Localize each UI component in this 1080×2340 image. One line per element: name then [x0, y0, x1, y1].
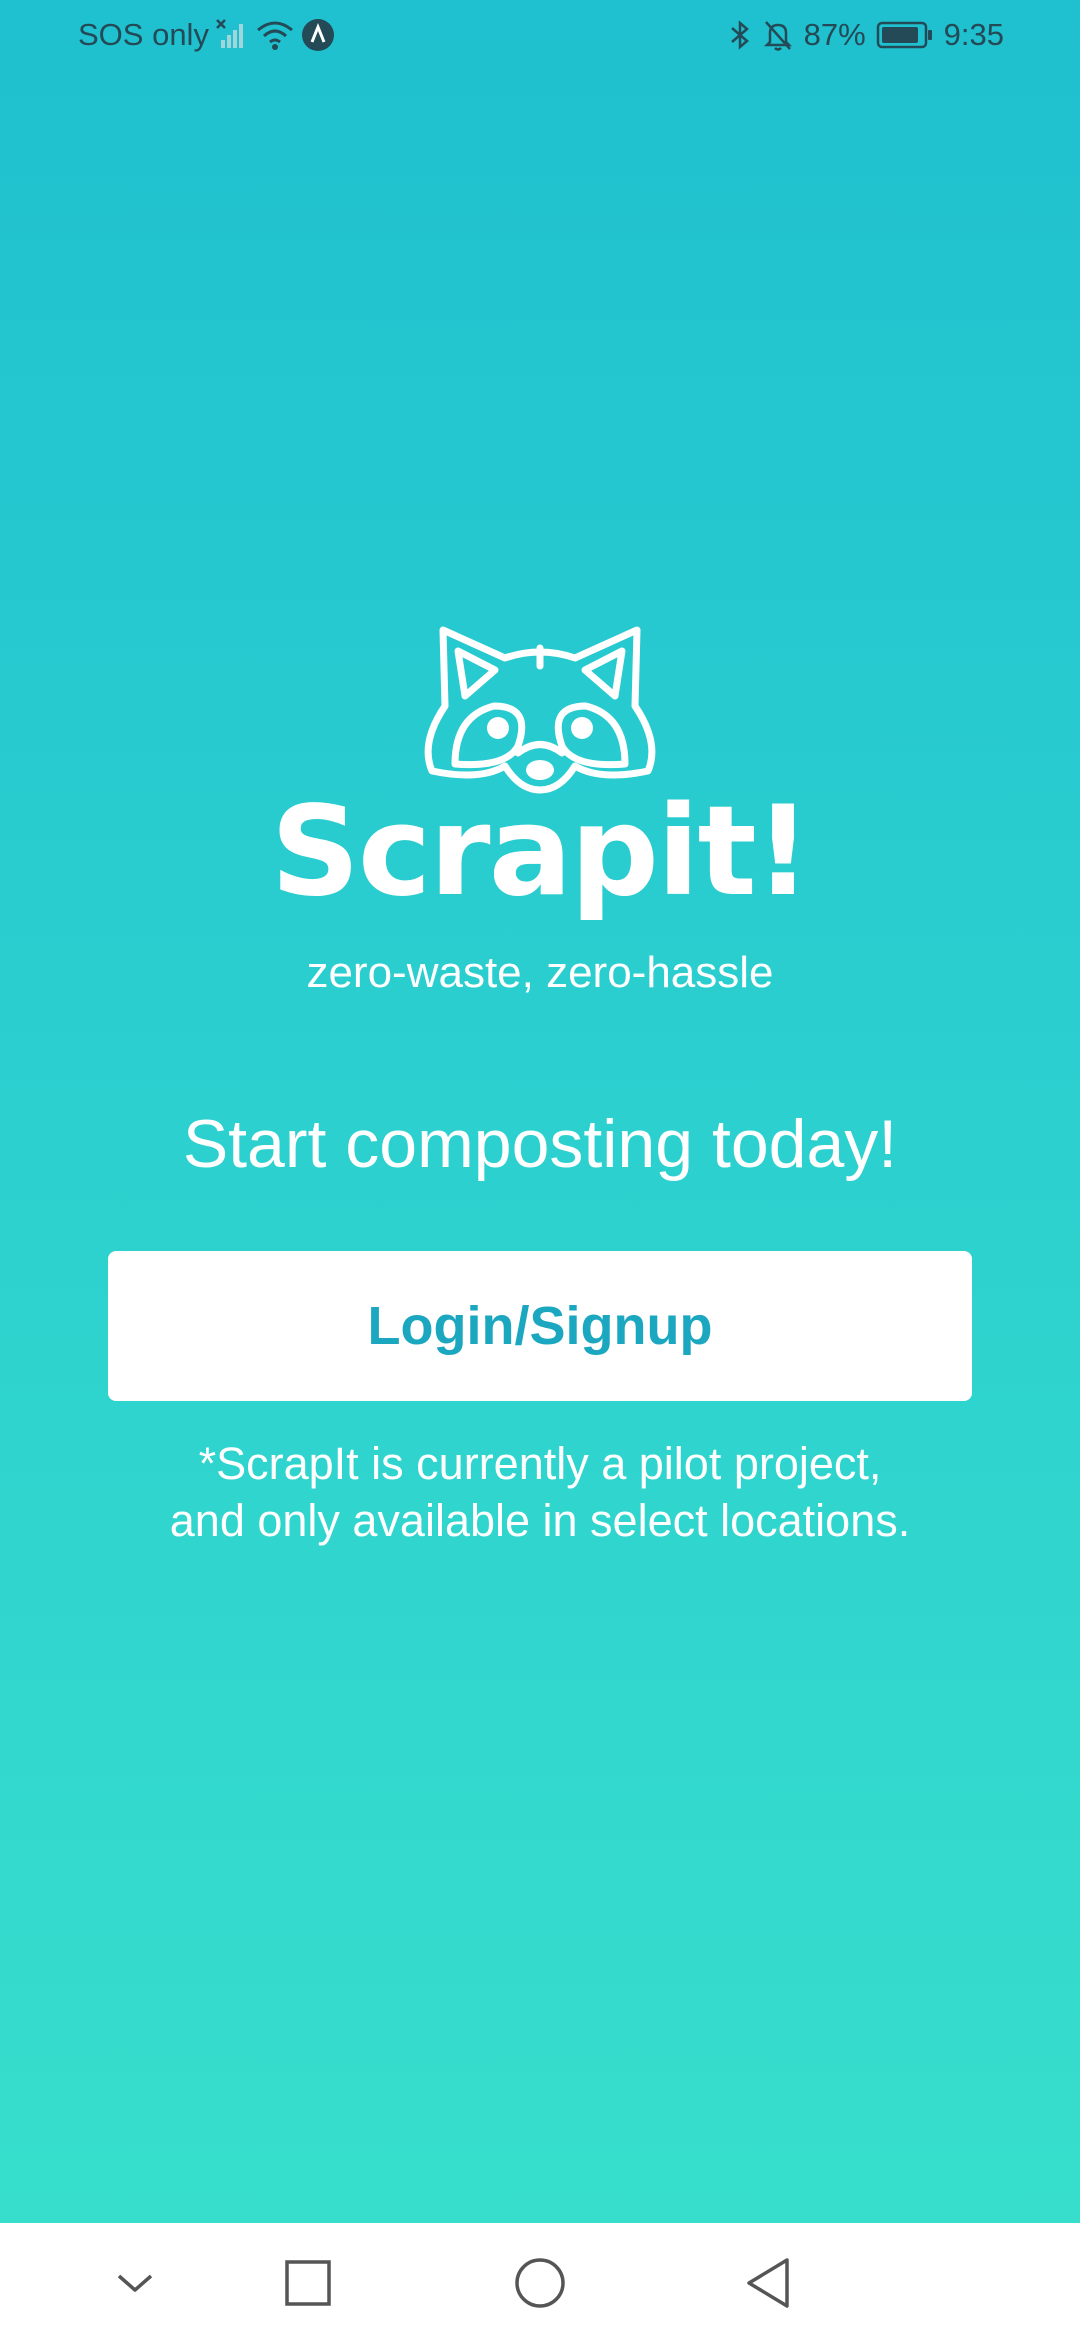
page-headline: Start composting today! [182, 1106, 898, 1182]
pilot-disclaimer: *ScrapIt is currently a pilot project, a… [169, 1438, 911, 1546]
wifi-icon [255, 18, 295, 52]
battery-percent: 87% [803, 17, 866, 52]
chevron-down-icon[interactable] [103, 2251, 167, 2315]
circle-home-icon[interactable] [508, 2251, 572, 2315]
carrier-label: SOS only [78, 17, 209, 52]
raccoon-icon [410, 618, 670, 798]
status-right: 87% 9:35 [728, 17, 1004, 53]
bell-off-icon [762, 18, 794, 52]
app-tagline: zero-waste, zero-hassle [306, 948, 774, 997]
status-bar: SOS only 87% 9:35 [0, 0, 1080, 72]
navigation-icon [301, 18, 335, 52]
status-left: SOS only [78, 17, 335, 53]
triangle-back-icon[interactable] [736, 2251, 800, 2315]
bluetooth-icon [728, 18, 752, 52]
login-screen: SOS only 87% 9:35 Scrapit! zero-waste, z… [0, 0, 1080, 2340]
battery-icon [876, 20, 934, 50]
app-name: Scrapit! [270, 780, 812, 924]
square-recents-icon[interactable] [276, 2251, 340, 2315]
signal-x-icon [215, 18, 249, 52]
navigation-bar [0, 2223, 1080, 2340]
login-signup-button[interactable]: Login/Signup [108, 1251, 972, 1401]
clock: 9:35 [943, 17, 1004, 52]
